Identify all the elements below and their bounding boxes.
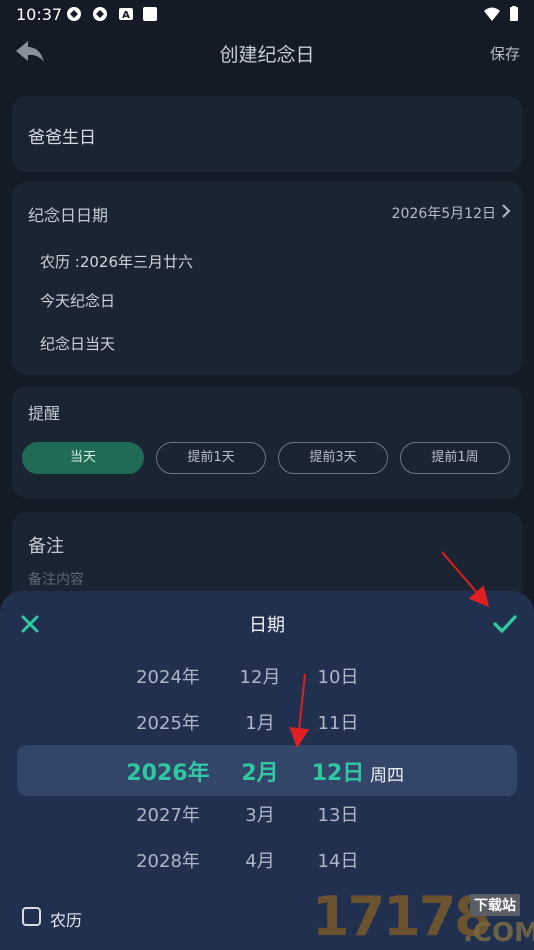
day-option[interactable]: 11日 [298, 709, 378, 735]
year-option[interactable]: 2025年 [118, 709, 218, 735]
confirm-check-icon[interactable] [492, 613, 518, 635]
note-label: 备注 [28, 536, 64, 557]
date-value[interactable]: 2026年5月12日 [392, 203, 496, 223]
today-anniversary-text: 今天纪念日 [40, 292, 116, 310]
reminder-option-1-week[interactable]: 提前1周 [400, 442, 510, 474]
month-option-selected[interactable]: 2月 [220, 755, 300, 787]
status-time: 10:37 [16, 5, 63, 24]
anniversary-day-text: 纪念日当天 [40, 335, 116, 353]
month-option[interactable]: 1月 [220, 709, 300, 735]
lunar-checkbox-label: 农历 [50, 911, 83, 930]
reminder-option-3-days[interactable]: 提前3天 [278, 442, 388, 474]
save-button[interactable]: 保存 [490, 43, 520, 64]
chevron-right-icon[interactable] [500, 202, 512, 220]
reminder-card: 提醒 当天 提前1天 提前3天 提前1周 [12, 386, 522, 498]
year-option[interactable]: 2027年 [118, 801, 218, 827]
day-option[interactable]: 10日 [298, 663, 378, 689]
month-option[interactable]: 12月 [220, 663, 300, 689]
anniversary-name-value: 爸爸生日 [28, 128, 96, 148]
app-notification-icon [67, 7, 81, 21]
watermark-domain: .COM [463, 918, 534, 948]
picker-title: 日期 [249, 615, 285, 636]
day-option-selected[interactable]: 12日 [298, 755, 378, 787]
reminder-option-same-day[interactable]: 当天 [22, 442, 144, 474]
wifi-icon [484, 7, 500, 21]
lunar-checkbox[interactable] [22, 907, 41, 926]
square-notification-icon [143, 7, 157, 21]
anniversary-date-card: 纪念日日期 2026年5月12日 农历 :2026年三月廿六 今天纪念日 纪念日… [12, 182, 522, 375]
watermark-site: 下载站 [470, 894, 520, 916]
anniversary-name-card[interactable]: 爸爸生日 [12, 96, 522, 172]
reminder-label: 提醒 [28, 404, 61, 423]
note-card[interactable]: 备注 备注内容 [12, 512, 522, 602]
day-option[interactable]: 14日 [298, 847, 378, 873]
month-option[interactable]: 4月 [220, 847, 300, 873]
app-notification-icon-2 [93, 7, 107, 21]
year-option[interactable]: 2024年 [118, 663, 218, 689]
year-option[interactable]: 2028年 [118, 847, 218, 873]
lunar-date-text: 农历 :2026年三月廿六 [40, 253, 193, 271]
status-bar: 10:37 A [0, 0, 534, 30]
page-title: 创建纪念日 [219, 44, 315, 66]
note-input[interactable]: 备注内容 [28, 569, 84, 589]
svg-text:A: A [122, 10, 130, 21]
date-label: 纪念日日期 [28, 206, 109, 225]
month-option[interactable]: 3月 [220, 801, 300, 827]
reminder-option-1-day[interactable]: 提前1天 [156, 442, 266, 474]
weekday-label: 周四 [370, 766, 404, 786]
day-option[interactable]: 13日 [298, 801, 378, 827]
a-notification-icon: A [119, 8, 133, 21]
year-option-selected[interactable]: 2026年 [118, 755, 218, 787]
battery-icon [510, 6, 518, 21]
